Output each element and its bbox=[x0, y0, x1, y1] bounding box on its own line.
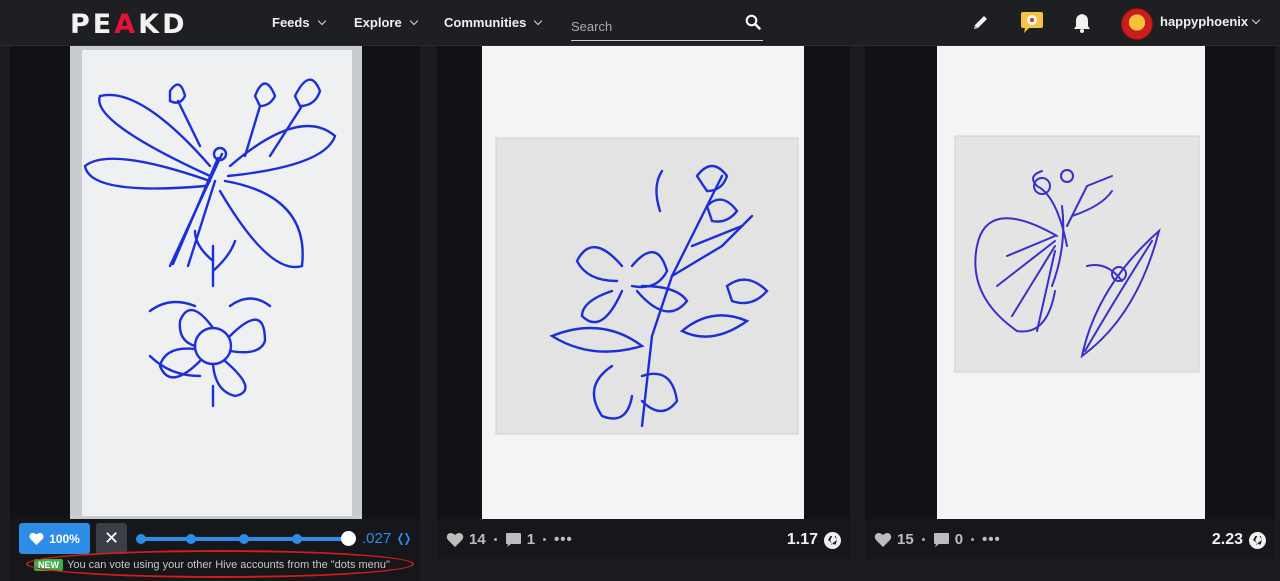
post-stats: 15 0 ••• bbox=[874, 531, 1001, 548]
more-options-icon[interactable]: ••• bbox=[982, 531, 1001, 548]
slider-stop[interactable] bbox=[136, 534, 146, 544]
post-card[interactable]: 15 0 ••• 2.23 bbox=[865, 46, 1275, 559]
slider-handle[interactable] bbox=[341, 531, 356, 546]
post-footer: 15 0 ••• 2.23 bbox=[865, 519, 1275, 559]
hive-icon bbox=[824, 531, 841, 549]
nav-communities-label: Communities bbox=[444, 15, 527, 30]
chevron-down-icon bbox=[1251, 15, 1261, 24]
separator-dot bbox=[493, 538, 497, 541]
comment-icon[interactable] bbox=[933, 532, 950, 548]
comment-icon[interactable] bbox=[505, 532, 522, 548]
post-card[interactable] bbox=[10, 46, 420, 519]
post-payout[interactable]: 1.17 bbox=[787, 531, 841, 549]
logo-text: PEAKD bbox=[70, 9, 188, 40]
like-count: 15 bbox=[897, 531, 914, 548]
vote-percent: 100% bbox=[49, 531, 80, 546]
username-label: happyphoenix bbox=[1160, 14, 1249, 29]
cancel-vote-button[interactable]: ✕ bbox=[96, 523, 127, 554]
top-navigation-bar: PEAKD Feeds Explore Communities happypho… bbox=[0, 0, 1280, 46]
vote-weight-slider[interactable] bbox=[136, 531, 356, 546]
vote-panel: 100% ✕ .027 NEW You can vote using your … bbox=[10, 519, 420, 581]
nav-communities[interactable]: Communities bbox=[444, 15, 543, 30]
user-menu[interactable]: happyphoenix bbox=[1160, 14, 1261, 29]
nav-explore[interactable]: Explore bbox=[354, 15, 418, 30]
payout-amount: 1.17 bbox=[786, 531, 818, 548]
like-count: 14 bbox=[469, 531, 486, 548]
nav-feeds[interactable]: Feeds bbox=[272, 15, 326, 30]
upvote-button[interactable]: 100% bbox=[19, 523, 90, 554]
search-icon[interactable] bbox=[745, 14, 761, 35]
hive-icon bbox=[398, 532, 411, 545]
user-avatar[interactable] bbox=[1121, 8, 1153, 40]
search-box bbox=[571, 10, 763, 41]
post-image-blossom-drawing[interactable] bbox=[482, 46, 804, 519]
post-image-flower-drawing[interactable] bbox=[937, 46, 1205, 519]
post-footer: 14 1 ••• 1.17 bbox=[437, 519, 850, 559]
separator-dot bbox=[971, 538, 975, 541]
comment-count: 0 bbox=[954, 531, 964, 548]
post-image-dragonfly-drawing[interactable] bbox=[70, 46, 362, 519]
slider-stop[interactable] bbox=[239, 534, 249, 544]
vote-value-amount: .027 bbox=[362, 530, 392, 547]
chevron-down-icon bbox=[534, 16, 543, 25]
post-stats: 14 1 ••• bbox=[446, 531, 573, 548]
highlight-circle-annotation bbox=[26, 550, 414, 578]
search-input[interactable] bbox=[571, 13, 731, 39]
pencil-icon[interactable] bbox=[971, 13, 990, 37]
nav-explore-label: Explore bbox=[354, 15, 402, 30]
peakd-logo[interactable]: PEAKD bbox=[70, 9, 188, 40]
chevron-down-icon bbox=[317, 16, 326, 25]
slider-stop[interactable] bbox=[186, 534, 196, 544]
heart-icon[interactable] bbox=[446, 532, 464, 548]
slider-stop[interactable] bbox=[292, 534, 302, 544]
separator-dot bbox=[921, 538, 925, 541]
chat-icon[interactable] bbox=[1019, 11, 1045, 40]
post-payout[interactable]: 2.23 bbox=[1212, 531, 1266, 549]
chevron-down-icon bbox=[409, 16, 418, 25]
comment-count: 1 bbox=[526, 531, 536, 548]
payout-amount: 2.23 bbox=[1211, 531, 1243, 548]
more-options-icon[interactable]: ••• bbox=[554, 531, 573, 548]
nav-feeds-label: Feeds bbox=[272, 15, 310, 30]
post-card[interactable]: 14 1 ••• 1.17 bbox=[437, 46, 850, 559]
vote-value: .027 bbox=[362, 530, 412, 547]
separator-dot bbox=[543, 538, 547, 541]
hive-icon bbox=[1249, 531, 1266, 549]
close-icon: ✕ bbox=[103, 528, 120, 548]
bell-icon[interactable] bbox=[1073, 13, 1091, 38]
heart-icon bbox=[29, 532, 44, 545]
heart-icon[interactable] bbox=[874, 532, 892, 548]
